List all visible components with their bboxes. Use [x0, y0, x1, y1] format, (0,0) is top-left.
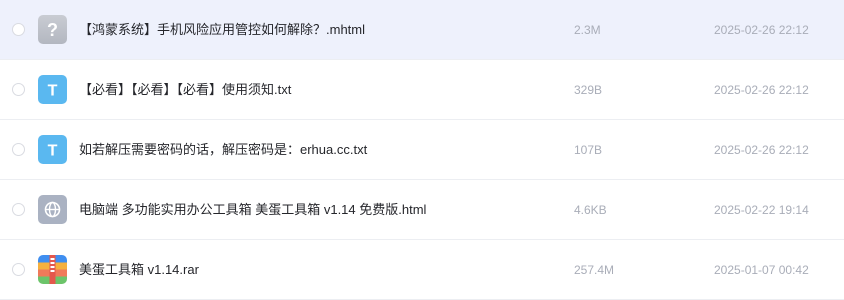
file-name[interactable]: 【鸿蒙系统】手机风险应用管控如何解除？.mhtml — [79, 21, 365, 39]
row-checkbox[interactable] — [12, 203, 25, 216]
txt-file-icon: T — [38, 75, 67, 104]
unknown-file-icon: ? — [38, 15, 67, 44]
file-row[interactable]: T 【必看】【必看】【必看】使用须知.txt 329B 2025-02-26 2… — [0, 60, 844, 120]
file-size: 2.3M — [574, 23, 601, 37]
file-row[interactable]: 电脑端 多功能实用办公工具箱 美蛋工具箱 v1.14 免费版.html 4.6K… — [0, 180, 844, 240]
html-file-icon — [38, 195, 67, 224]
file-size: 4.6KB — [574, 203, 607, 217]
row-checkbox[interactable] — [12, 23, 25, 36]
file-size: 257.4M — [574, 263, 615, 277]
row-checkbox[interactable] — [12, 83, 25, 96]
svg-text:T: T — [48, 143, 58, 160]
txt-file-icon: T — [38, 135, 67, 164]
file-size: 107B — [574, 143, 603, 157]
archive-file-icon — [38, 255, 67, 284]
row-checkbox[interactable] — [12, 263, 25, 276]
file-size: 329B — [574, 83, 603, 97]
file-name[interactable]: 【必看】【必看】【必看】使用须知.txt — [79, 81, 291, 99]
file-row[interactable]: T 如若解压需要密码的话，解压密码是：erhua.cc.txt 107B 202… — [0, 120, 844, 180]
file-name[interactable]: 如若解压需要密码的话，解压密码是：erhua.cc.txt — [79, 141, 367, 159]
file-date: 2025-02-26 22:12 — [714, 23, 809, 37]
file-list: ? 【鸿蒙系统】手机风险应用管控如何解除？.mhtml 2.3M 2025-02… — [0, 0, 844, 300]
file-row[interactable]: 美蛋工具箱 v1.14.rar 257.4M 2025-01-07 00:42 — [0, 240, 844, 300]
file-date: 2025-02-22 19:14 — [714, 203, 809, 217]
file-date: 2025-02-26 22:12 — [714, 83, 809, 97]
file-name[interactable]: 电脑端 多功能实用办公工具箱 美蛋工具箱 v1.14 免费版.html — [79, 201, 426, 219]
file-date: 2025-01-07 00:42 — [714, 263, 809, 277]
file-date: 2025-02-26 22:12 — [714, 143, 809, 157]
file-name[interactable]: 美蛋工具箱 v1.14.rar — [79, 261, 199, 279]
file-row[interactable]: ? 【鸿蒙系统】手机风险应用管控如何解除？.mhtml 2.3M 2025-02… — [0, 0, 844, 60]
svg-text:T: T — [48, 83, 58, 100]
row-checkbox[interactable] — [12, 143, 25, 156]
svg-text:?: ? — [47, 20, 58, 40]
